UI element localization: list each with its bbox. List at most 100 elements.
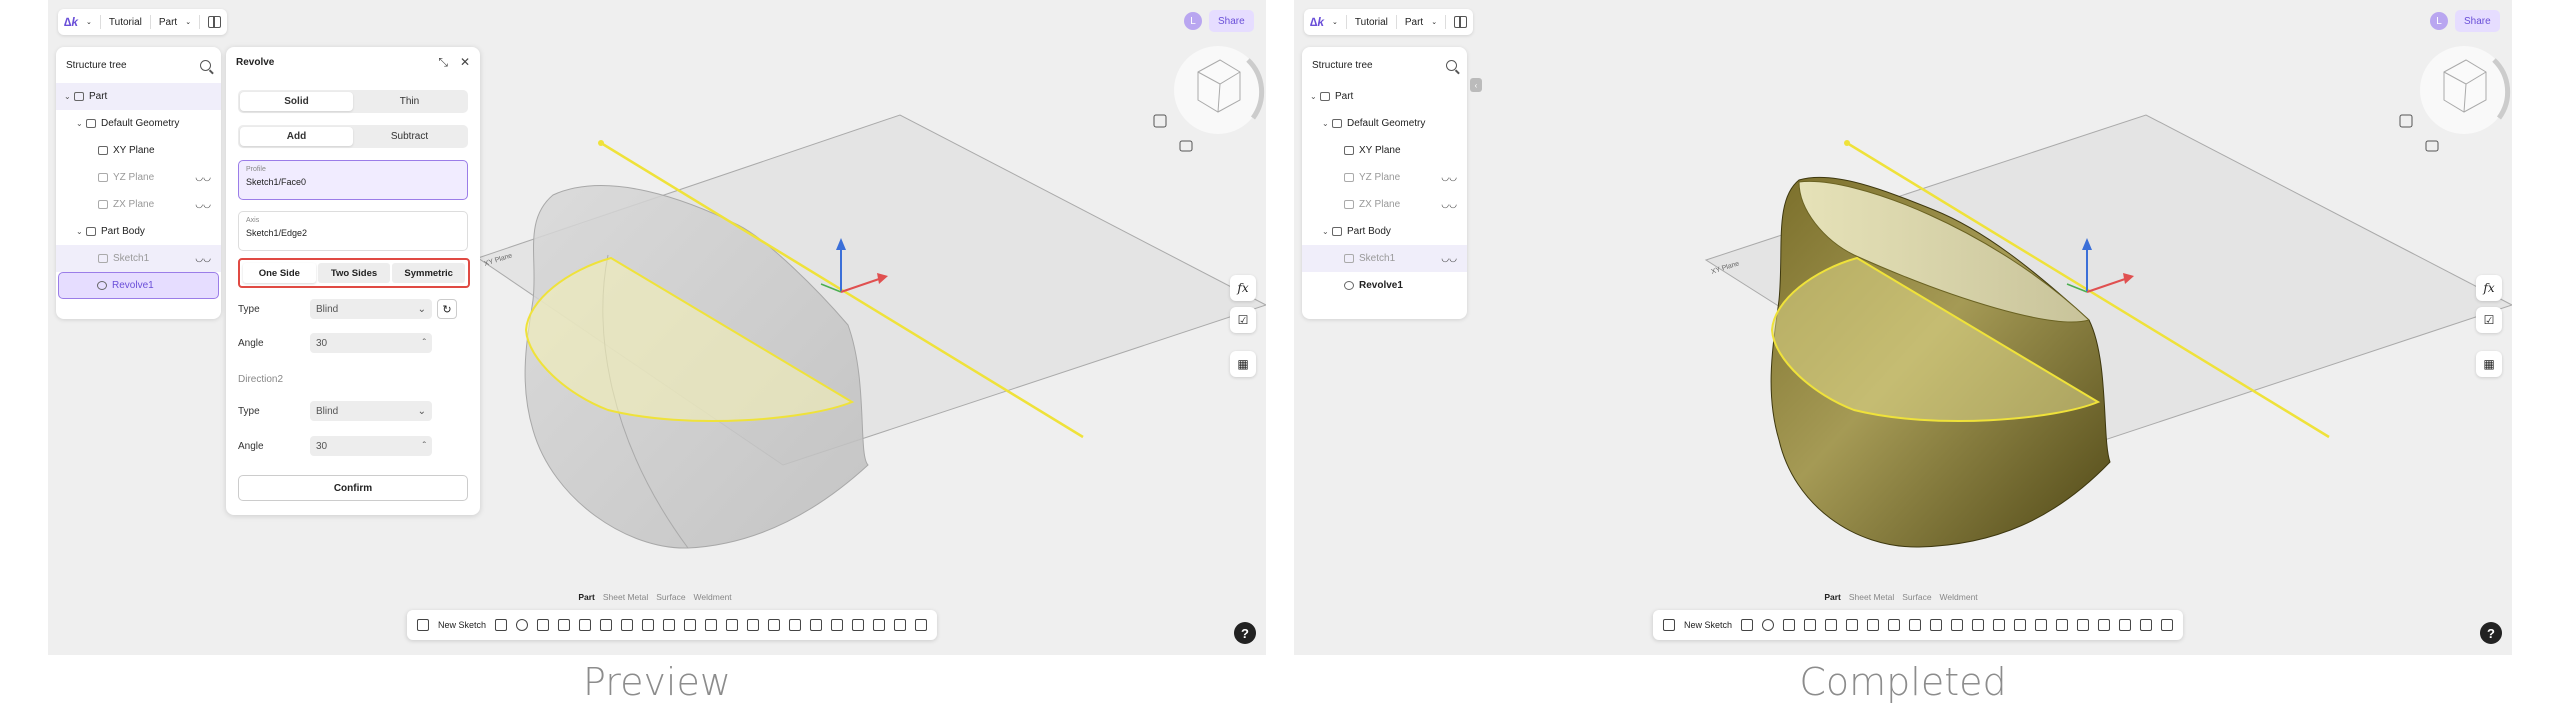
move-body-icon[interactable]: [2056, 619, 2069, 631]
rib-icon[interactable]: [579, 619, 592, 631]
split-icon[interactable]: [789, 619, 802, 631]
tab-weldment[interactable]: Weldment: [694, 592, 732, 606]
datum-plane-icon[interactable]: [852, 619, 865, 631]
sidebar-toggle-icon[interactable]: [208, 16, 222, 28]
draft-icon[interactable]: [1930, 619, 1943, 631]
tree-item-part-body[interactable]: ⌄ Part Body: [56, 218, 221, 245]
app-logo[interactable]: ∆k: [64, 15, 78, 29]
tree-item-default-geometry[interactable]: ⌄ Default Geometry: [1302, 110, 1467, 137]
solid-button[interactable]: Solid: [240, 92, 353, 111]
hidden-eye-icon[interactable]: ◡◡: [195, 253, 211, 264]
hidden-eye-icon[interactable]: ◡◡: [1441, 172, 1457, 183]
tree-item-zx-plane[interactable]: ZX Plane ◡◡: [56, 191, 221, 218]
flip-direction-icon[interactable]: ↻: [437, 299, 457, 319]
profile-field[interactable]: Profile Sketch1/Face0: [238, 160, 468, 200]
mirror-icon[interactable]: [747, 619, 760, 631]
hole-icon[interactable]: [600, 619, 613, 631]
formula-fx-button[interactable]: fx: [2476, 275, 2502, 301]
share-button[interactable]: Share: [1209, 10, 1254, 32]
pattern-icon[interactable]: [726, 619, 739, 631]
chevron-down-icon[interactable]: ⌄: [1322, 119, 1332, 128]
chevron-down-icon[interactable]: ⌄: [1431, 18, 1437, 26]
breadcrumb-part[interactable]: Part: [159, 17, 177, 28]
tab-part[interactable]: Part: [1824, 592, 1841, 606]
type-select[interactable]: Blind ⌄: [310, 299, 432, 319]
revolve-tool-icon[interactable]: [1762, 619, 1775, 631]
subtract-button[interactable]: Subtract: [353, 127, 466, 146]
fit-view-icon[interactable]: [2399, 114, 2413, 128]
new-sketch-icon[interactable]: [416, 619, 429, 631]
camera-icon[interactable]: [1179, 140, 1193, 152]
sweep-icon[interactable]: [1783, 619, 1796, 631]
chevron-down-icon[interactable]: ⌄: [64, 92, 74, 101]
tree-item-revolve1[interactable]: Revolve1: [58, 272, 219, 299]
datum-axis-icon[interactable]: [873, 619, 886, 631]
render-icon[interactable]: [915, 619, 928, 631]
checklist-icon[interactable]: ☑: [1230, 307, 1256, 333]
render-icon[interactable]: [2161, 619, 2174, 631]
add-button[interactable]: Add: [240, 127, 353, 146]
chamfer-icon[interactable]: [1888, 619, 1901, 631]
avatar[interactable]: L: [1184, 12, 1202, 30]
tree-item-yz-plane[interactable]: YZ Plane ◡◡: [1302, 164, 1467, 191]
chevron-down-icon[interactable]: ⌄: [1322, 227, 1332, 236]
tree-item-sketch1[interactable]: Sketch1 ◡◡: [1302, 245, 1467, 272]
pattern-icon[interactable]: [1972, 619, 1985, 631]
chamfer-icon[interactable]: [642, 619, 655, 631]
thicken-icon[interactable]: [1951, 619, 1964, 631]
avatar[interactable]: L: [2430, 12, 2448, 30]
loft-icon[interactable]: [558, 619, 571, 631]
tab-part[interactable]: Part: [578, 592, 595, 606]
shell-icon[interactable]: [1909, 619, 1922, 631]
viewport-3d[interactable]: XY Plane: [1294, 0, 2512, 655]
table-icon[interactable]: ▦: [2476, 351, 2502, 377]
app-logo[interactable]: ∆k: [1310, 15, 1324, 29]
tree-item-revolve1[interactable]: Revolve1: [1302, 272, 1467, 299]
fit-view-icon[interactable]: [1153, 114, 1167, 128]
tab-surface[interactable]: Surface: [1902, 592, 1931, 606]
angle2-input[interactable]: 30 ˆ: [310, 436, 432, 456]
datum-axis-icon[interactable]: [2119, 619, 2132, 631]
formula-fx-button[interactable]: fx: [1230, 275, 1256, 301]
boolean-icon[interactable]: [2014, 619, 2027, 631]
tab-sheet-metal[interactable]: Sheet Metal: [603, 592, 648, 606]
tree-item-part[interactable]: ⌄ Part: [56, 83, 221, 110]
view-cube[interactable]: [2420, 46, 2511, 134]
share-button[interactable]: Share: [2455, 10, 2500, 32]
chevron-down-icon[interactable]: ⌄: [185, 18, 191, 26]
search-icon[interactable]: [1446, 59, 1457, 71]
measure-icon[interactable]: [2140, 619, 2153, 631]
symmetric-button[interactable]: Symmetric: [392, 263, 466, 283]
tree-item-xy-plane[interactable]: XY Plane: [1302, 137, 1467, 164]
hidden-eye-icon[interactable]: ◡◡: [1441, 199, 1457, 210]
sweep-icon[interactable]: [537, 619, 550, 631]
mirror-icon[interactable]: [1993, 619, 2006, 631]
checklist-icon[interactable]: ☑: [2476, 307, 2502, 333]
shell-icon[interactable]: [663, 619, 676, 631]
extrude-icon[interactable]: [1741, 619, 1754, 631]
collapse-panel-icon[interactable]: ‹: [1470, 78, 1482, 92]
thin-button[interactable]: Thin: [353, 92, 466, 111]
breadcrumb-part[interactable]: Part: [1405, 17, 1423, 28]
hidden-eye-icon[interactable]: ◡◡: [195, 199, 211, 210]
help-button[interactable]: ?: [2480, 622, 2502, 644]
tree-item-xy-plane[interactable]: XY Plane: [56, 137, 221, 164]
search-icon[interactable]: [200, 59, 211, 71]
tree-item-yz-plane[interactable]: YZ Plane ◡◡: [56, 164, 221, 191]
view-cube[interactable]: [1174, 46, 1265, 134]
hole-icon[interactable]: [1846, 619, 1859, 631]
scale-icon[interactable]: [2077, 619, 2090, 631]
draft-icon[interactable]: [684, 619, 697, 631]
tab-sheet-metal[interactable]: Sheet Metal: [1849, 592, 1894, 606]
datum-plane-icon[interactable]: [2098, 619, 2111, 631]
move-body-icon[interactable]: [810, 619, 823, 631]
revolve-tool-icon[interactable]: [516, 619, 529, 631]
sidebar-toggle-icon[interactable]: [1454, 16, 1468, 28]
tree-item-sketch1[interactable]: Sketch1 ◡◡: [56, 245, 221, 272]
loft-icon[interactable]: [1804, 619, 1817, 631]
fillet-icon[interactable]: [1867, 619, 1880, 631]
one-side-button[interactable]: One Side: [243, 263, 316, 283]
extrude-icon[interactable]: [495, 619, 508, 631]
camera-icon[interactable]: [2425, 140, 2439, 152]
tree-item-zx-plane[interactable]: ZX Plane ◡◡: [1302, 191, 1467, 218]
